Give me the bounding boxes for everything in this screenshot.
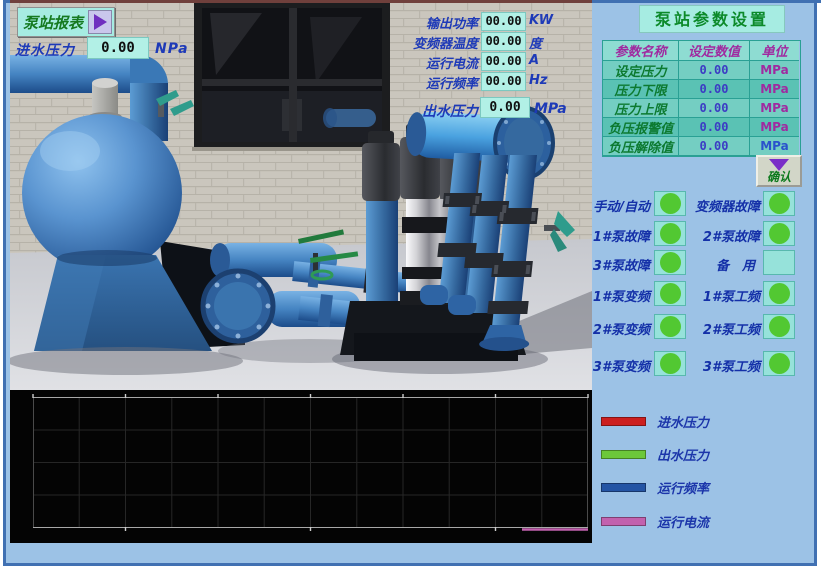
confirm-button[interactable]: 确认: [756, 155, 802, 187]
status-lamp-spare: [763, 250, 795, 275]
inverter-temp-value: 00.00: [481, 32, 526, 51]
param-value-field[interactable]: 0.00: [679, 61, 750, 80]
trend-chart: [10, 390, 592, 543]
status-label-pump2-fault: 2#泵故障: [660, 226, 760, 245]
trend-plot: [10, 390, 592, 543]
outlet-pressure-label: 出水压力: [383, 101, 478, 121]
header-unit: 单位: [750, 41, 799, 61]
status-label-pump1-fault: 1#泵故障: [576, 226, 650, 245]
running-current-value: 00.00: [481, 52, 526, 71]
running-current-label: 运行电流: [383, 53, 478, 72]
settings-panel-title: 泵站参数设置: [639, 5, 785, 33]
running-current-unit: A: [529, 53, 539, 68]
status-lamp-pump2-fault: [763, 221, 795, 246]
down-triangle-icon: [769, 159, 789, 171]
parameter-table: 参数名称 设定数值 单位 设定压力 0.00 MPa 压力下限 0.00 MPa…: [602, 40, 801, 157]
status-lamp-pump1-mains: [763, 281, 795, 306]
status-label-spare: 备 用: [660, 255, 755, 274]
grid-lines: [33, 397, 588, 528]
param-name: 压力上限: [603, 99, 679, 118]
report-arrow-box: [88, 10, 112, 34]
table-row: 负压报警值 0.00 MPa: [603, 118, 800, 137]
status-lamp-inverter-fault: [763, 191, 795, 216]
param-name: 设定压力: [603, 61, 679, 80]
inlet-pressure-value: 0.00: [87, 37, 149, 59]
param-value-field[interactable]: 0.00: [679, 118, 750, 137]
legend-label-outlet-pressure: 出水压力: [657, 445, 709, 464]
param-unit: MPa: [750, 118, 799, 137]
legend-swatch-outlet-pressure: [601, 450, 646, 459]
param-name: 压力下限: [603, 80, 679, 99]
param-unit: MPa: [750, 80, 799, 99]
lamp-dot: [769, 283, 790, 304]
outlet-pressure-value: 0.00: [480, 97, 530, 118]
legend-swatch-running-current: [601, 517, 646, 526]
inlet-pressure-unit: NPa: [155, 41, 189, 57]
legend-swatch-running-frequency: [601, 483, 646, 492]
confirm-button-label: 确认: [767, 171, 791, 184]
param-name: 负压解除值: [603, 137, 679, 156]
frame-top-strip: [592, 0, 821, 3]
lamp-dot: [769, 223, 790, 244]
status-label-pump1-mains: 1#泵工频: [660, 286, 760, 305]
window: [192, 3, 390, 151]
status-label-pump2-vfd: 2#泵变频: [576, 319, 650, 338]
param-unit: MPa: [750, 99, 799, 118]
running-freq-value: 00.00: [481, 72, 526, 91]
param-value-field[interactable]: 0.00: [679, 80, 750, 99]
param-unit: MPa: [750, 137, 799, 156]
running-freq-label: 运行频率: [383, 73, 478, 92]
status-label-pump3-vfd: 3#泵变频: [576, 356, 650, 375]
status-label-pump1-vfd: 1#泵变频: [576, 286, 650, 305]
table-row: 压力下限 0.00 MPa: [603, 80, 800, 99]
status-lamp-pump3-mains: [763, 351, 795, 376]
output-power-value: 00.00: [481, 12, 526, 31]
legend-label-running-current: 运行电流: [657, 512, 709, 531]
header-set-value: 设定数值: [679, 41, 750, 61]
status-label-manual-auto: 手动/自动: [576, 196, 650, 215]
legend-label-inlet-pressure: 进水压力: [657, 412, 709, 431]
lamp-dot: [769, 193, 790, 214]
outlet-pressure-unit: MPa: [534, 101, 567, 117]
inverter-temp-unit: 度: [529, 33, 542, 52]
output-power-label: 输出功率: [383, 13, 478, 32]
play-icon: [94, 14, 107, 30]
header-param-name: 参数名称: [603, 41, 679, 61]
status-label-pump3-fault: 3#泵故障: [576, 255, 650, 274]
lamp-dot: [769, 353, 790, 374]
report-button-label: 泵站报表: [18, 12, 88, 33]
table-header-row: 参数名称 设定数值 单位: [603, 41, 800, 61]
legend-swatch-inlet-pressure: [601, 417, 646, 426]
status-label-pump3-mains: 3#泵工频: [660, 356, 760, 375]
table-row: 设定压力 0.00 MPa: [603, 61, 800, 80]
inverter-temp-label: 变频器温度: [383, 33, 478, 52]
param-name: 负压报警值: [603, 118, 679, 137]
legend-label-running-frequency: 运行频率: [657, 478, 709, 497]
table-row: 负压解除值 0.00 MPa: [603, 137, 800, 156]
param-unit: MPa: [750, 61, 799, 80]
param-value-field[interactable]: 0.00: [679, 99, 750, 118]
status-label-pump2-mains: 2#泵工频: [660, 319, 760, 338]
status-lamp-pump2-mains: [763, 314, 795, 339]
inlet-pressure-label: 进水压力: [15, 40, 75, 60]
lamp-dot: [769, 316, 790, 337]
param-value-field[interactable]: 0.00: [679, 137, 750, 156]
status-label-inverter-fault: 变频器故障: [660, 196, 760, 215]
pump-station-hmi: { "scene": { "report_button": {"label": …: [0, 0, 825, 577]
table-row: 压力上限 0.00 MPa: [603, 99, 800, 118]
output-power-unit: KW: [529, 13, 553, 28]
report-button[interactable]: 泵站报表: [17, 7, 115, 37]
flange-disc: [203, 271, 273, 341]
running-freq-unit: Hz: [529, 73, 547, 88]
